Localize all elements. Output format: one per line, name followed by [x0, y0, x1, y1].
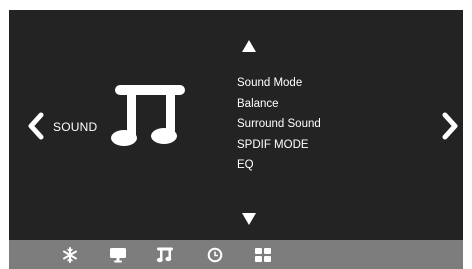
music-note-icon[interactable] [156, 247, 174, 263]
menu-item-eq[interactable]: EQ [237, 155, 321, 176]
snowflake-icon[interactable] [62, 247, 78, 263]
chevron-left-icon[interactable] [27, 112, 45, 140]
monitor-icon[interactable] [109, 247, 127, 263]
menu-item-balance[interactable]: Balance [237, 94, 321, 115]
triangle-down-icon[interactable] [242, 213, 256, 225]
clock-icon[interactable] [207, 247, 223, 263]
chevron-right-icon[interactable] [441, 112, 459, 140]
menu-item-spdif-mode[interactable]: SPDIF MODE [237, 135, 321, 156]
music-note-icon [111, 85, 185, 146]
grid-icon[interactable] [254, 247, 272, 263]
menu-item-sound-mode[interactable]: Sound Mode [237, 73, 321, 94]
section-title: SOUND [53, 120, 98, 134]
sound-menu-list: Sound Mode Balance Surround Sound SPDIF … [237, 73, 321, 176]
menu-item-surround-sound[interactable]: Surround Sound [237, 114, 321, 135]
triangle-up-icon[interactable] [242, 40, 256, 52]
